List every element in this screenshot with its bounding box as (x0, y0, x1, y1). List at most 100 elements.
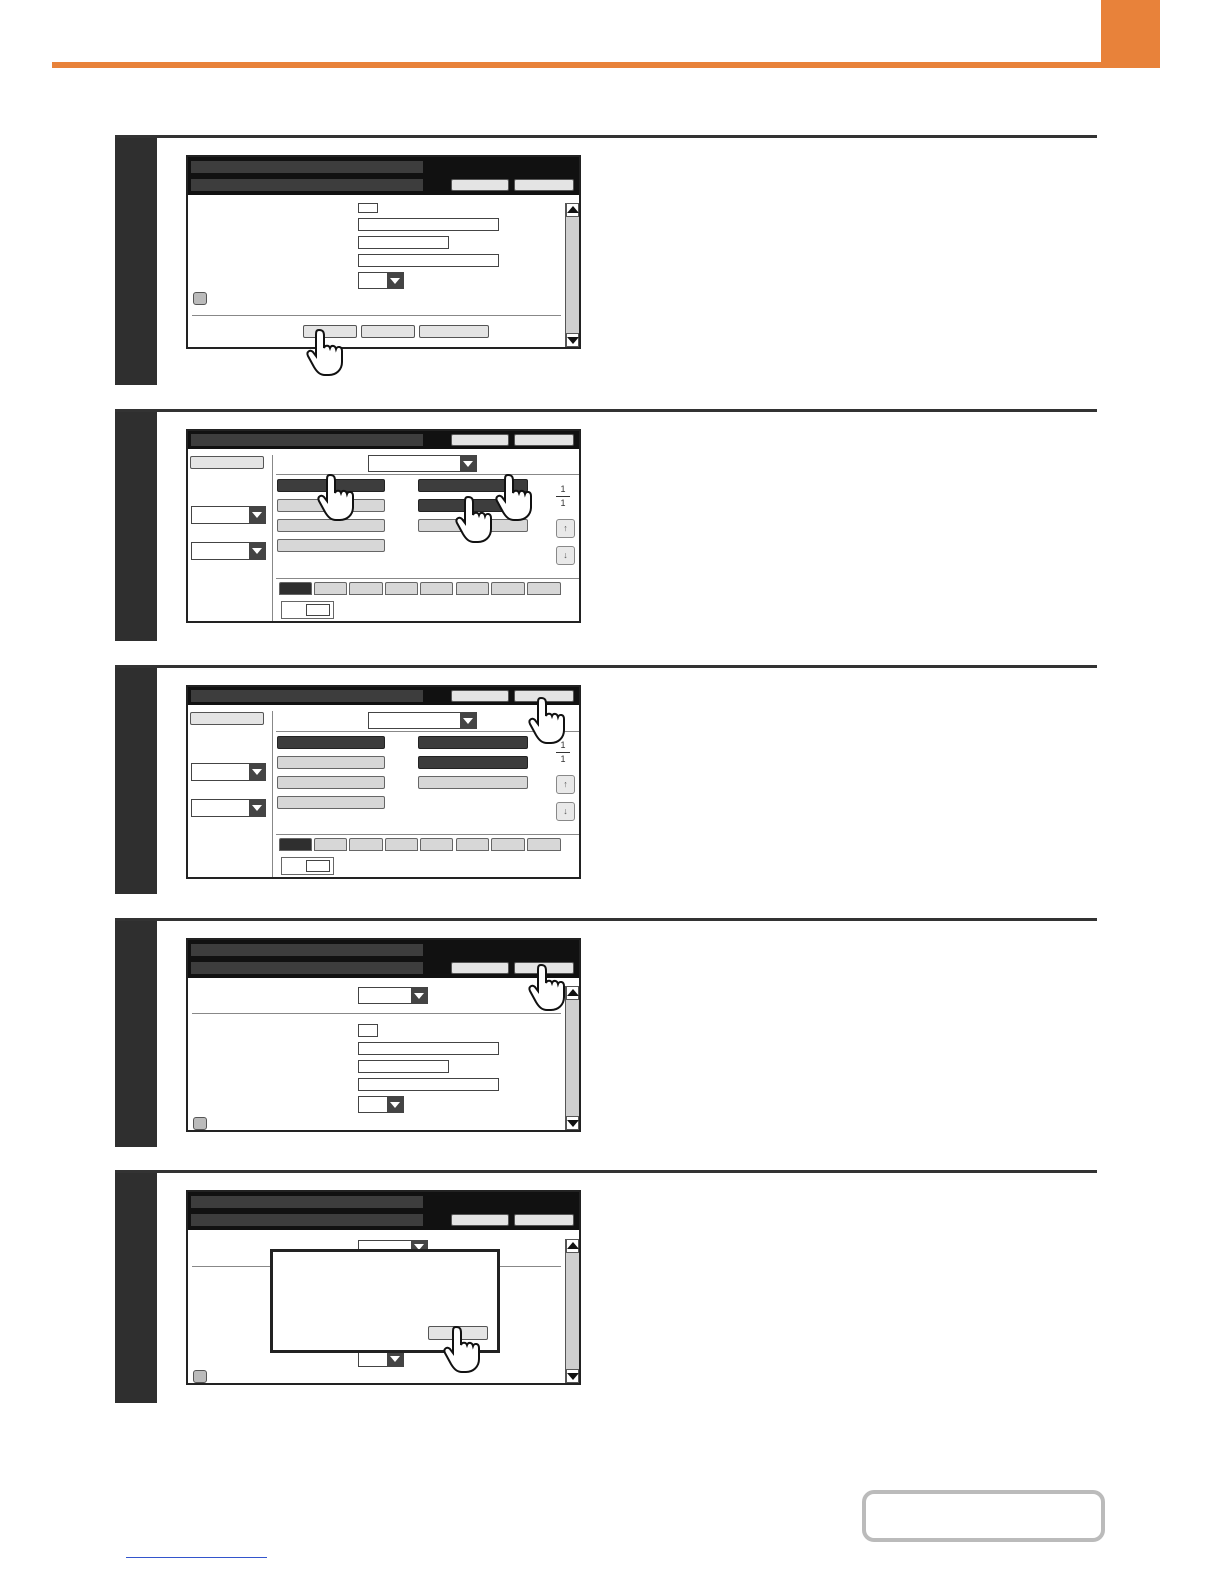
subtitle-bar (191, 179, 423, 191)
step-1-number-bar (115, 138, 157, 385)
header-button-1[interactable] (451, 1214, 509, 1226)
divider (192, 315, 561, 316)
index-tab-8[interactable] (527, 838, 561, 851)
chevron-down-icon (460, 456, 476, 471)
chevron-down-icon (387, 1097, 403, 1112)
footer-link[interactable] (126, 1557, 267, 1558)
header-button-1[interactable] (451, 434, 509, 446)
arrow-up-icon[interactable] (566, 203, 579, 217)
index-field[interactable] (358, 203, 378, 213)
format-select[interactable] (358, 1096, 404, 1113)
pointing-hand-icon (528, 696, 565, 744)
bottom-button-2[interactable] (361, 325, 415, 338)
index-tab-4[interactable] (385, 582, 418, 595)
chevron-down-icon (249, 764, 265, 780)
header-button-2[interactable] (514, 179, 574, 191)
header-button-2[interactable] (514, 1214, 574, 1226)
initial-field[interactable] (358, 236, 449, 249)
tab-divider (276, 578, 579, 579)
subtitle-bar (191, 962, 423, 974)
index-tab-3[interactable] (349, 582, 383, 595)
header-button-1[interactable] (451, 962, 509, 974)
index-tab-5[interactable] (420, 582, 453, 595)
header-tab (1101, 0, 1160, 68)
search-number-input[interactable] (306, 860, 330, 872)
option-checkbox[interactable] (193, 292, 207, 305)
format-select[interactable] (358, 272, 404, 289)
index-tab-6[interactable] (456, 582, 489, 595)
address-key-5[interactable] (418, 736, 528, 749)
initial-field[interactable] (358, 1060, 449, 1073)
header-button-1[interactable] (451, 690, 509, 702)
title-bar (191, 434, 423, 446)
name-field[interactable] (358, 218, 499, 231)
page-separator (556, 496, 570, 497)
page-up-button[interactable]: ↑ (556, 775, 575, 794)
index-tab-7[interactable] (491, 582, 525, 595)
search-number-box[interactable] (281, 857, 334, 875)
step-1-screen (186, 155, 581, 349)
page-down-button[interactable]: ↓ (556, 802, 575, 821)
title-bar (191, 944, 423, 956)
address-key-4[interactable] (277, 796, 385, 809)
chevron-down-icon (460, 713, 476, 728)
option-checkbox[interactable] (193, 1117, 207, 1130)
step-3-screen: 1 1 ↑ ↓ (186, 685, 581, 879)
address-field[interactable] (358, 1078, 499, 1091)
address-key-4[interactable] (277, 539, 385, 552)
filter-select[interactable] (191, 799, 266, 817)
condition-button[interactable] (190, 456, 264, 469)
address-key-1[interactable] (277, 736, 385, 749)
index-tab-6[interactable] (456, 838, 489, 851)
condition-button[interactable] (190, 712, 264, 725)
pointing-hand-icon (528, 963, 565, 1011)
address-type-select[interactable] (368, 712, 477, 729)
name-field[interactable] (358, 1042, 499, 1055)
arrow-down-icon[interactable] (566, 1116, 579, 1130)
scrollbar[interactable] (565, 1239, 579, 1383)
sort-select[interactable] (191, 763, 266, 781)
index-tab-7[interactable] (491, 838, 525, 851)
panel-divider (272, 711, 273, 877)
address-key-3[interactable] (277, 776, 385, 789)
title-bar (191, 161, 423, 173)
header-button-1[interactable] (451, 179, 509, 191)
search-number-box[interactable] (281, 601, 334, 619)
arrow-down-icon[interactable] (566, 1369, 579, 1383)
pointing-hand-icon (443, 1325, 480, 1373)
index-tab-4[interactable] (385, 838, 418, 851)
index-tab-3[interactable] (349, 838, 383, 851)
index-tab-8[interactable] (527, 582, 561, 595)
sort-select[interactable] (191, 506, 266, 524)
filter-select[interactable] (191, 542, 266, 560)
option-checkbox[interactable] (193, 1370, 207, 1383)
index-tab-5[interactable] (420, 838, 453, 851)
page-down-button[interactable]: ↓ (556, 546, 575, 565)
bottom-button-3[interactable] (419, 325, 489, 338)
arrow-down-icon[interactable] (566, 333, 579, 347)
pointing-hand-icon (495, 473, 532, 521)
step-2-number-bar (115, 412, 157, 641)
step-5-screen (186, 1190, 581, 1385)
index-field[interactable] (358, 1024, 378, 1037)
page-current: 1 (560, 484, 566, 494)
step-4-screen (186, 938, 581, 1132)
address-type-select[interactable] (368, 455, 477, 472)
address-key-2[interactable] (277, 756, 385, 769)
chevron-down-icon (249, 507, 265, 523)
address-key-7[interactable] (418, 776, 528, 789)
scrollbar[interactable] (565, 203, 579, 347)
arrow-up-icon[interactable] (566, 1239, 579, 1253)
contents-button[interactable] (862, 1490, 1105, 1542)
search-number-input[interactable] (306, 604, 330, 616)
index-tab-2[interactable] (314, 582, 347, 595)
header-button-2[interactable] (514, 434, 574, 446)
address-type-select[interactable] (358, 987, 428, 1004)
address-field[interactable] (358, 254, 499, 267)
page-total: 1 (560, 754, 566, 764)
index-tab-1[interactable] (279, 582, 312, 595)
address-key-6[interactable] (418, 756, 528, 769)
index-tab-2[interactable] (314, 838, 347, 851)
page-up-button[interactable]: ↑ (556, 519, 575, 538)
index-tab-1[interactable] (279, 838, 312, 851)
